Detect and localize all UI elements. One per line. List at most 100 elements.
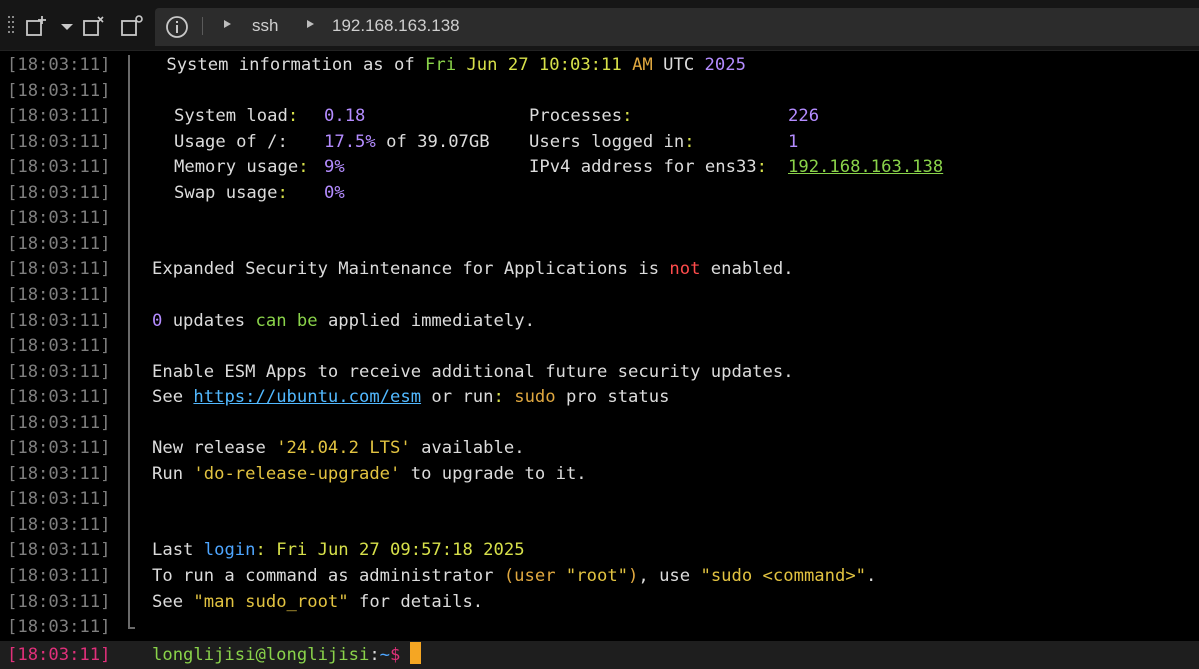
drag-handle-icon[interactable] — [8, 16, 12, 36]
text: To run a command as administrator — [152, 566, 504, 586]
esm-link[interactable]: https://ubuntu.com/esm — [193, 387, 421, 407]
timestamp: [18:03:11] — [7, 464, 111, 484]
timestamp: [18:03:11] — [7, 81, 111, 101]
text: "sudo <command>" — [700, 566, 867, 586]
breadcrumb-host[interactable]: 192.168.163.138 — [332, 16, 460, 36]
terminal-line: [18:03:11] — [0, 615, 1199, 640]
timestamp: [18:03:11] — [7, 234, 111, 254]
close-tab-icon[interactable] — [82, 14, 106, 38]
terminal-line: [18:03:11] Expanded Security Maintenance … — [0, 257, 1199, 282]
text: Swap usage — [174, 183, 278, 203]
text: Expanded Security Maintenance for Applic… — [152, 259, 670, 279]
timestamp: [18:03:11] — [7, 540, 111, 560]
text: 10:03:11 — [538, 55, 622, 75]
breadcrumb-arrow-icon — [307, 20, 314, 28]
terminal-line: [18:03:11] System load: 0.18 Processes: 226 — [0, 104, 1199, 129]
terminal-line: [18:03:11] Swap usage: 0% — [0, 181, 1199, 206]
timestamp: [18:03:11] — [7, 592, 111, 612]
text: System information as of — [156, 55, 426, 75]
timestamp: [18:03:11] — [7, 336, 111, 356]
load-value: 0.18 — [324, 106, 366, 126]
info-icon[interactable] — [165, 15, 189, 39]
text: Users logged in — [529, 132, 685, 152]
terminal-line: [18:03:11] — [0, 411, 1199, 436]
text: enabled. — [700, 259, 794, 279]
terminal-line: [18:03:11] Last login: Fri Jun 27 09:57:1… — [0, 538, 1199, 563]
text: of 39.07GB — [386, 132, 490, 152]
usage-label: Usage of /: — [174, 132, 288, 152]
text: not — [669, 259, 701, 279]
terminal-line: [18:03:11] New release '24.04.2 LTS' avai… — [0, 436, 1199, 461]
ipv4-link[interactable]: 192.168.163.138 — [788, 155, 943, 180]
ssh-tab[interactable]: ssh 192.168.163.138 — [155, 8, 1199, 46]
terminal-line: [18:03:11] To run a command as administra… — [0, 564, 1199, 589]
breadcrumb-arrow-icon — [224, 20, 231, 28]
text: , use — [638, 566, 701, 586]
timestamp: [18:03:11] — [7, 157, 111, 177]
text: See — [152, 592, 194, 612]
esm-line: Expanded Security Maintenance for Applic… — [152, 257, 794, 282]
text: pro status — [555, 387, 670, 407]
timestamp: [18:03:11] — [7, 208, 111, 228]
text: See — [152, 387, 194, 407]
updates-line: 0 updates can be applied immediately. — [152, 309, 535, 334]
text: UTC — [663, 55, 695, 75]
prompt-symbol: $ — [390, 645, 401, 665]
mem-value: 9% — [324, 157, 345, 177]
toolbar-actions — [0, 0, 155, 50]
procs-value: 226 — [788, 106, 820, 126]
text: updates — [162, 311, 256, 331]
text: 27 — [507, 55, 529, 75]
timestamp: [18:03:11] — [7, 132, 111, 152]
tab-divider — [202, 17, 203, 35]
torun-line: To run a command as administrator (user … — [152, 564, 876, 589]
sysinfo-line: System information as of Fri Jun 27 10:0… — [156, 53, 746, 78]
terminal-line: [18:03:11] — [0, 334, 1199, 359]
last-login-line: Last login: Fri Jun 27 09:57:18 2025 — [152, 540, 525, 560]
text: applied immediately. — [317, 311, 535, 331]
new-tab-icon[interactable] — [25, 14, 49, 38]
terminal-line: [18:03:11] See https://ubuntu.com/esm or … — [0, 385, 1199, 410]
timestamp: [18:03:11] — [7, 55, 111, 75]
timestamp: [18:03:11] — [7, 183, 111, 203]
text: System load — [174, 106, 288, 126]
text: Processes — [529, 106, 623, 126]
text: sudo — [514, 387, 556, 407]
prompt-path: ~ — [379, 645, 391, 665]
text: Memory usage — [174, 157, 299, 177]
text: be — [296, 311, 318, 331]
text: Fri Jun 27 09:57:18 2025 — [276, 540, 525, 560]
shell-prompt[interactable]: longlijisi@longlijisi:~$ — [152, 641, 422, 669]
terminal-line: [18:03:11] Usage of /: 17.5% of 39.07GB Use… — [0, 130, 1199, 155]
timestamp: [18:03:11] — [7, 387, 111, 407]
terminal-line: [18:03:11] — [0, 513, 1199, 538]
text: '24.04.2 LTS' — [276, 438, 411, 458]
text: : — [287, 106, 299, 126]
terminal-line: [18:03:11] — [0, 232, 1199, 257]
run-upgrade-line: Run 'do-release-upgrade' to upgrade to i… — [152, 462, 587, 487]
terminal-toolbar: ssh 192.168.163.138 — [0, 0, 1199, 51]
terminal-line: [18:03:11] — [0, 79, 1199, 104]
text: "root" — [565, 566, 629, 586]
settings-icon[interactable] — [120, 14, 144, 38]
text-cursor — [410, 642, 422, 664]
terminal-line: [18:03:11] — [0, 487, 1199, 512]
breadcrumb-ssh[interactable]: ssh — [252, 16, 278, 36]
terminal-line: [18:03:11] Run 'do-release-upgrade' to up… — [0, 462, 1199, 487]
text: to upgrade to it. — [400, 464, 587, 484]
chevron-down-icon[interactable] — [55, 14, 79, 38]
see-esm-line: See https://ubuntu.com/esm or run: sudo … — [152, 387, 670, 407]
text: Fri — [425, 55, 457, 75]
swap-value: 0% — [324, 183, 345, 203]
users-value: 1 — [788, 132, 799, 152]
enable-esm-line: Enable ESM Apps to receive additional fu… — [152, 362, 794, 382]
terminal-line: [18:03:11] — [0, 283, 1199, 308]
text: 'do-release-upgrade' — [193, 464, 401, 484]
text: Run — [152, 464, 194, 484]
timestamp: [18:03:11] — [7, 311, 111, 331]
text: login — [203, 540, 256, 560]
terminal-line: [18:03:11] Enable ESM Apps to receive add… — [0, 360, 1199, 385]
prompt-line: [18:03:11] longlijisi@longlijisi:~$ — [0, 641, 1199, 669]
prompt-user: longlijisi@longlijisi — [152, 645, 370, 665]
text: "man sudo_root" — [193, 592, 349, 612]
